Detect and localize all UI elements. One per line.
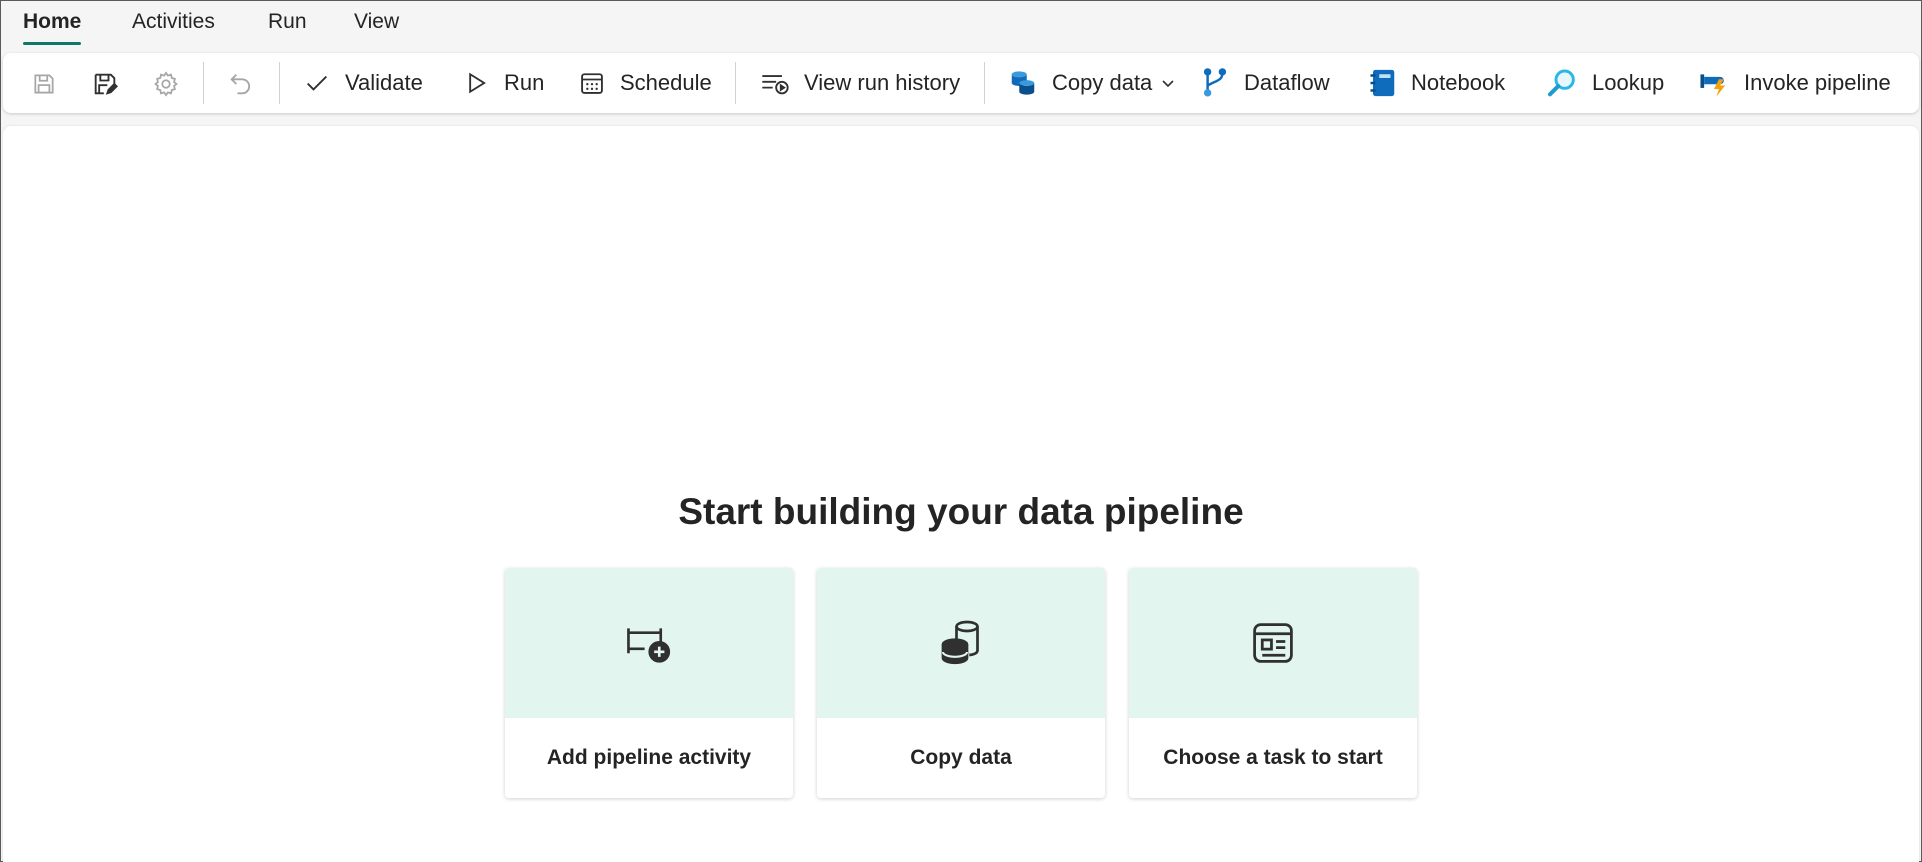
card-label: Add pipeline activity <box>546 746 752 769</box>
tab-run[interactable]: Run <box>268 9 307 45</box>
copy-data-card[interactable]: Copy data <box>817 568 1105 798</box>
save-icon <box>34 74 54 94</box>
ribbon-toolbar: Validate Run Schedule View run history C… <box>3 53 1919 113</box>
run-history-icon <box>762 75 789 95</box>
gear-icon <box>154 71 178 97</box>
ribbon-tab-bar: Home Activities Run View <box>1 1 1921 49</box>
tab-activities[interactable]: Activities <box>132 9 215 45</box>
validate-button[interactable]: Validate <box>303 53 423 113</box>
view-run-history-label: View run history <box>804 70 961 95</box>
play-icon <box>469 72 486 94</box>
pipeline-canvas: Start building your data pipeline Add pi… <box>3 126 1919 862</box>
schedule-label: Schedule <box>620 70 712 95</box>
card-icon-area <box>1129 568 1417 718</box>
invoke-pipeline-label: Invoke pipeline <box>1744 70 1891 95</box>
save-as-button[interactable] <box>88 67 122 101</box>
settings-button[interactable] <box>149 67 183 101</box>
database-copy-icon <box>941 620 979 665</box>
toolbar-separator <box>984 62 985 104</box>
tab-view[interactable]: View <box>354 9 399 45</box>
dataflow-icon <box>1203 68 1227 97</box>
task-template-icon <box>1253 623 1293 663</box>
copy-data-icon <box>1011 71 1035 95</box>
dataflow-button[interactable]: Dataflow <box>1200 53 1330 113</box>
search-icon <box>1548 69 1575 97</box>
checkmark-icon <box>307 75 327 91</box>
toolbar-separator <box>203 62 204 104</box>
notebook-button[interactable]: Notebook <box>1369 53 1505 113</box>
run-label: Run <box>504 70 545 95</box>
chevron-down-icon <box>1162 80 1174 88</box>
pipeline-add-icon <box>627 628 671 663</box>
copy-data-label: Copy data <box>1052 70 1153 95</box>
toolbar-separator <box>735 62 736 104</box>
validate-label: Validate <box>345 70 423 95</box>
notebook-label: Notebook <box>1411 70 1506 95</box>
undo-icon <box>230 74 251 95</box>
copy-data-button[interactable]: Copy data <box>1008 53 1176 113</box>
card-icon-area <box>817 568 1105 718</box>
lookup-label: Lookup <box>1592 70 1665 95</box>
invoke-pipeline-button[interactable]: Invoke pipeline <box>1698 53 1891 113</box>
app-window: Home Activities Run View Validate Run Sc… <box>0 0 1922 862</box>
dataflow-label: Dataflow <box>1244 70 1330 95</box>
card-icon-area <box>505 568 793 718</box>
save-edit-icon <box>94 73 118 95</box>
choose-task-card[interactable]: Choose a task to start <box>1129 568 1417 798</box>
calendar-icon <box>581 73 603 94</box>
run-button[interactable]: Run <box>462 53 544 113</box>
invoke-pipeline-icon <box>1700 74 1726 97</box>
view-run-history-button[interactable]: View run history <box>760 53 960 113</box>
notebook-icon <box>1370 69 1395 97</box>
tab-home[interactable]: Home <box>23 9 82 45</box>
card-label: Choose a task to start <box>1163 746 1383 769</box>
page-title: Start building your data pipeline <box>678 491 1244 532</box>
undo-button[interactable] <box>224 67 258 101</box>
card-label: Copy data <box>910 746 1012 769</box>
toolbar-separator <box>279 62 280 104</box>
add-pipeline-activity-card[interactable]: Add pipeline activity <box>505 568 793 798</box>
save-button[interactable] <box>27 67 61 101</box>
schedule-button[interactable]: Schedule <box>578 53 712 113</box>
lookup-button[interactable]: Lookup <box>1546 53 1664 113</box>
